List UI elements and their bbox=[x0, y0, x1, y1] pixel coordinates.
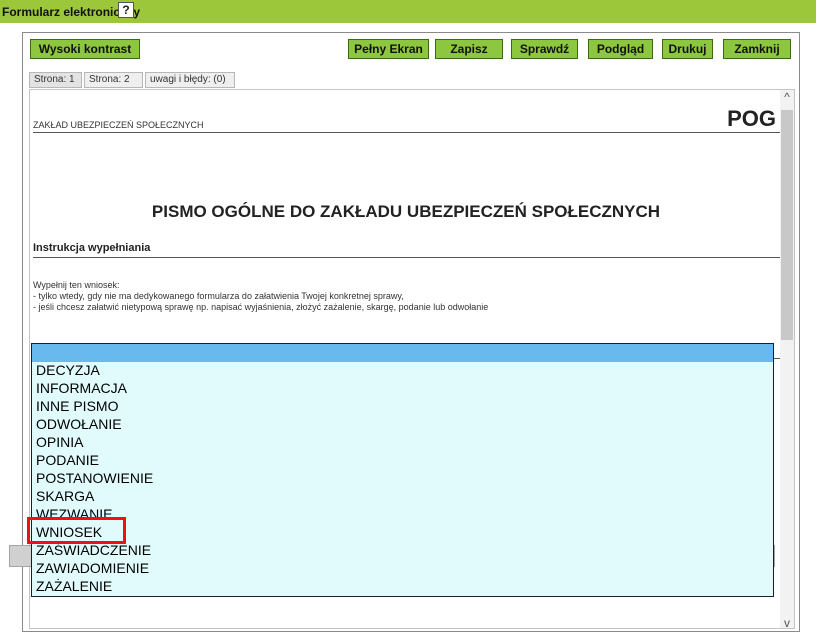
form-code: POG bbox=[727, 106, 776, 131]
preview-button[interactable]: Podgląd bbox=[588, 39, 653, 59]
help-icon[interactable]: ? bbox=[118, 2, 134, 18]
highlight-box bbox=[27, 517, 126, 544]
save-button[interactable]: Zapisz bbox=[435, 39, 503, 59]
institution-name: ZAKŁAD UBEZPIECZEŃ SPOŁECZNYCH bbox=[33, 120, 204, 130]
option-zazalenie[interactable]: ZAŻALENIE bbox=[36, 579, 112, 594]
option-zawiadomienie[interactable]: ZAWIADOMIENIE bbox=[36, 561, 149, 576]
tab-page-2[interactable]: Strona: 2 bbox=[84, 72, 143, 88]
divider bbox=[33, 257, 780, 258]
high-contrast-button[interactable]: Wysoki kontrast bbox=[30, 39, 140, 59]
tab-errors[interactable]: uwagi i błędy: (0) bbox=[145, 72, 235, 88]
scroll-up-icon[interactable]: ^ bbox=[780, 90, 794, 104]
scroll-thumb[interactable] bbox=[781, 110, 793, 340]
option-zaswiadczenie[interactable]: ZAŚWIADCZENIE bbox=[36, 543, 151, 558]
close-button[interactable]: Zamknij bbox=[723, 39, 791, 59]
instruction-line: - tylko wtedy, gdy nie ma dedykowanego f… bbox=[33, 291, 404, 301]
option-decyzja[interactable]: DECYZJA bbox=[36, 363, 100, 378]
option-inne-pismo[interactable]: INNE PISMO bbox=[36, 399, 118, 414]
option-postanowienie[interactable]: POSTANOWIENIE bbox=[36, 471, 153, 486]
option-informacja[interactable]: INFORMACJA bbox=[36, 381, 127, 396]
selected-empty-option[interactable] bbox=[32, 344, 773, 362]
letter-type-dropdown-list[interactable]: DECYZJA INFORMACJA INNE PISMO ODWOŁANIE … bbox=[31, 343, 774, 597]
scroll-down-icon[interactable]: v bbox=[780, 616, 794, 628]
print-button[interactable]: Drukuj bbox=[662, 39, 713, 59]
check-button[interactable]: Sprawdź bbox=[511, 39, 578, 59]
option-skarga[interactable]: SKARGA bbox=[36, 489, 94, 504]
instructions-text: Wypełnij ten wniosek: - tylko wtedy, gdy… bbox=[33, 280, 488, 313]
option-opinia[interactable]: OPINIA bbox=[36, 435, 83, 450]
instruction-line: - jeśli chcesz załatwić nietypową sprawę… bbox=[33, 302, 489, 312]
document-scrollbar[interactable]: ^ v bbox=[780, 90, 794, 628]
window-titlebar: Formularz elektroniczny ? bbox=[0, 0, 816, 23]
instruction-line: Wypełnij ten wniosek: bbox=[33, 280, 120, 290]
fullscreen-button[interactable]: Pełny Ekran bbox=[348, 39, 429, 59]
tab-page-1[interactable]: Strona: 1 bbox=[29, 72, 82, 88]
option-podanie[interactable]: PODANIE bbox=[36, 453, 99, 468]
option-odwolanie[interactable]: ODWOŁANIE bbox=[36, 417, 122, 432]
divider bbox=[33, 132, 780, 133]
section-instructions: Instrukcja wypełniania bbox=[33, 242, 151, 254]
page-title: PISMO OGÓLNE DO ZAKŁADU UBEZPIECZEŃ SPOŁ… bbox=[151, 202, 661, 221]
